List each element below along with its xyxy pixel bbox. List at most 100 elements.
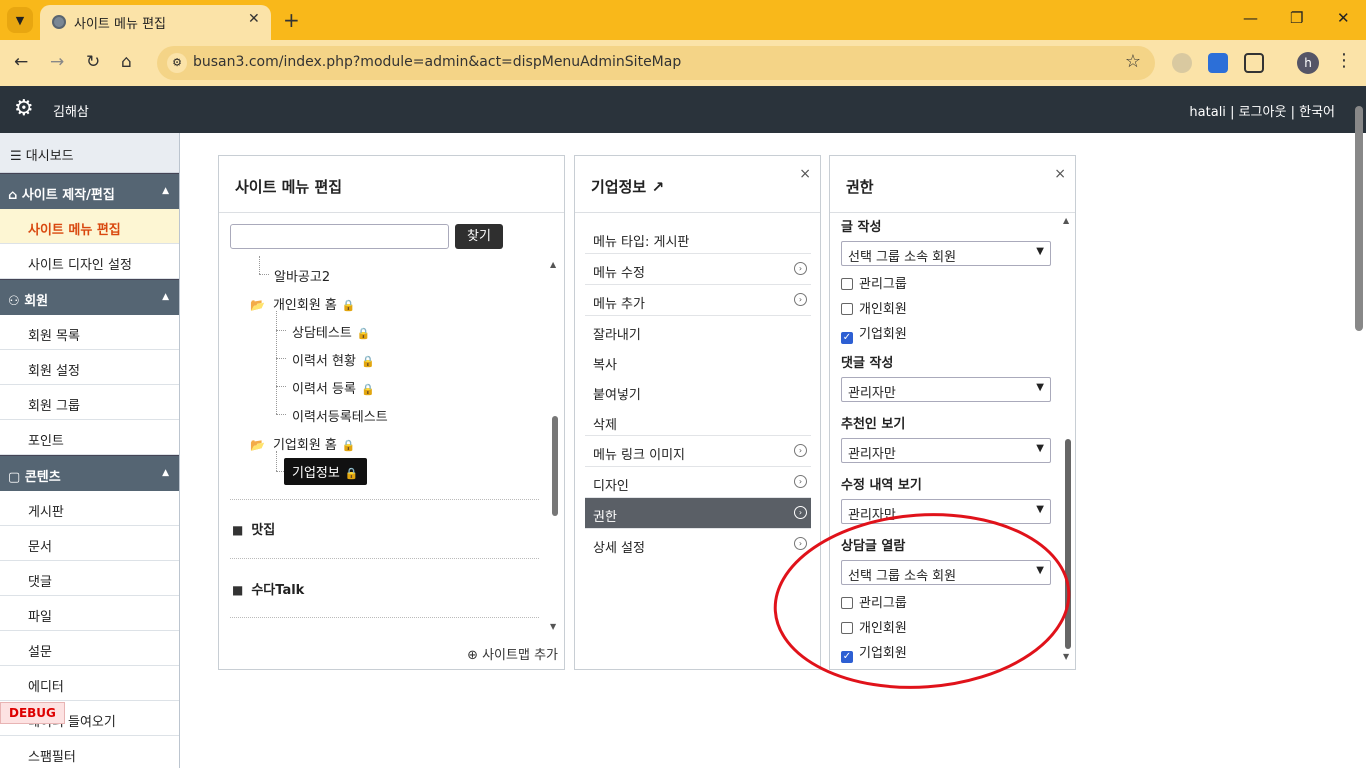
puzzle-icon[interactable]	[1244, 53, 1264, 73]
scroll-thumb[interactable]	[552, 416, 558, 516]
sidebar-item-poll[interactable]: 설문	[0, 631, 179, 666]
site-name[interactable]: 김해삼	[53, 101, 89, 120]
sitemap-root[interactable]: ■ 수다Talk	[232, 579, 304, 598]
scroll-down-icon[interactable]: ▼	[1063, 652, 1069, 661]
write-group-checkbox[interactable]: 관리그룹	[841, 273, 907, 292]
home-button[interactable]: ⌂	[121, 52, 132, 72]
consult-group-checkbox[interactable]: 개인회원	[841, 617, 907, 636]
chevron-right-icon: ›	[794, 293, 807, 306]
history-permission-select[interactable]: 관리자만 ▼	[841, 499, 1051, 524]
write-permission-label: 글 작성	[841, 220, 882, 235]
sidebar-item-member-settings[interactable]: 회원 설정	[0, 350, 179, 385]
menu-permission-item[interactable]: 권한 ›	[585, 498, 811, 529]
tree-item[interactable]: 이력서 등록 🔒	[292, 378, 375, 397]
tree-item[interactable]: 이력서 현황 🔒	[292, 350, 375, 369]
reload-button[interactable]: ↻	[86, 52, 100, 72]
scroll-up-icon[interactable]: ▲	[550, 260, 556, 269]
sidebar-item-point[interactable]: 포인트	[0, 420, 179, 455]
sidebar-item-sitemap[interactable]: 사이트 메뉴 편집	[0, 209, 179, 244]
download-icon[interactable]	[1208, 53, 1228, 73]
sidebar-item-document[interactable]: 문서	[0, 526, 179, 561]
close-icon[interactable]: ×	[1054, 166, 1066, 182]
tree-item[interactable]: 상담테스트 🔒	[292, 322, 371, 341]
menu-delete-item[interactable]: 삭제	[585, 406, 811, 436]
back-button[interactable]: ←	[14, 52, 28, 72]
search-input[interactable]	[230, 224, 449, 249]
panel-title: 기업정보 ↗	[575, 156, 820, 213]
tab-close-icon[interactable]: ✕	[248, 11, 260, 27]
sidebar-item-dashboard[interactable]: ☰ 대시보드	[0, 133, 179, 173]
lock-icon: 🔒	[356, 327, 371, 340]
chevron-down-icon: ▼	[1036, 382, 1044, 393]
gear-icon[interactable]: ⚙	[14, 96, 34, 121]
menu-copy-item[interactable]: 복사	[585, 346, 811, 376]
sidebar-item-member-group[interactable]: 회원 그룹	[0, 385, 179, 420]
profile-avatar[interactable]: h	[1297, 52, 1319, 74]
chevron-down-icon: ▼	[1036, 443, 1044, 454]
sitemap-root[interactable]: ■ 맛집	[232, 519, 275, 538]
new-tab-button[interactable]: +	[283, 8, 300, 32]
scroll-thumb[interactable]	[1355, 106, 1363, 331]
recommend-permission-select[interactable]: 관리자만 ▼	[841, 438, 1051, 463]
sidebar-item-member-list[interactable]: 회원 목록	[0, 315, 179, 350]
forward-button[interactable]: →	[50, 52, 64, 72]
debug-badge[interactable]: DEBUG	[0, 702, 65, 724]
language-link[interactable]: 한국어	[1299, 105, 1335, 120]
tree-item[interactable]: 📂 기업회원 홈 🔒	[250, 434, 356, 453]
consult-group-checkbox[interactable]: ✓ 기업회원	[841, 642, 907, 663]
write-permission-select[interactable]: 선택 그룹 소속 회원 ▼	[841, 241, 1051, 266]
write-group-checkbox[interactable]: ✓ 기업회원	[841, 323, 907, 344]
menu-detail-settings-item[interactable]: 상세 설정 ›	[585, 529, 811, 560]
menu-design-item[interactable]: 디자인 ›	[585, 467, 811, 498]
menu-link-image-item[interactable]: 메뉴 링크 이미지 ›	[585, 436, 811, 467]
scroll-thumb[interactable]	[1065, 439, 1071, 649]
chevron-right-icon: ›	[794, 444, 807, 457]
search-button[interactable]: 찾기	[455, 224, 503, 249]
page-scrollbar[interactable]	[1352, 92, 1364, 768]
browser-tab[interactable]: 사이트 메뉴 편집 ✕	[40, 5, 271, 40]
consult-group-checkbox[interactable]: 관리그룹	[841, 592, 907, 611]
scroll-down-icon[interactable]: ▼	[550, 622, 556, 631]
sitemap-panel: 사이트 메뉴 편집 찾기 알바공고2 📂 개인회원 홈 🔒 상담테스트 🔒 이력서 현…	[218, 155, 565, 670]
address-bar[interactable]: ⚙ busan3.com/index.php?module=admin&act=…	[157, 46, 1155, 80]
bookmark-star-icon[interactable]: ☆	[1125, 51, 1141, 72]
site-info-icon[interactable]: ⚙	[167, 53, 187, 73]
username-link[interactable]: hatali	[1189, 105, 1226, 120]
tree-item[interactable]: 📂 개인회원 홈 🔒	[250, 294, 356, 313]
write-group-checkbox[interactable]: 개인회원	[841, 298, 907, 317]
consult-permission-select[interactable]: 선택 그룹 소속 회원 ▼	[841, 560, 1051, 585]
tree-scrollbar[interactable]: ▲ ▼	[550, 256, 560, 631]
logout-link[interactable]: 로그아웃	[1239, 105, 1287, 120]
tab-search-button[interactable]: ▼	[7, 7, 33, 33]
sidebar-section-site[interactable]: ⌂ 사이트 제작/편집 ▲	[0, 173, 179, 209]
sidebar-section-content[interactable]: ▢ 콘텐츠 ▲	[0, 455, 179, 491]
comment-permission-select[interactable]: 관리자만 ▼	[841, 377, 1051, 402]
sidebar-item-board[interactable]: 게시판	[0, 491, 179, 526]
tree-item-selected[interactable]: 기업정보 🔒	[284, 458, 367, 485]
sidebar-item-file[interactable]: 파일	[0, 596, 179, 631]
tree-item[interactable]: 알바공고2	[274, 266, 330, 285]
sidebar-item-comment[interactable]: 댓글	[0, 561, 179, 596]
menu-cut-item[interactable]: 잘라내기	[585, 316, 811, 346]
close-window-button[interactable]: ✕	[1337, 9, 1350, 27]
plus-circle-icon: ⊕	[467, 648, 483, 663]
sidebar-item-editor[interactable]: 에디터	[0, 666, 179, 701]
permission-scrollbar[interactable]: ▲ ▼	[1063, 214, 1073, 664]
url-text[interactable]: busan3.com/index.php?module=admin&act=di…	[193, 54, 681, 70]
scroll-up-icon[interactable]: ▲	[1063, 216, 1069, 225]
tree-item[interactable]: 이력서등록테스트	[292, 406, 388, 425]
comment-permission-label: 댓글 작성	[841, 356, 894, 371]
menu-edit-item[interactable]: 메뉴 수정 ›	[585, 254, 811, 285]
sidebar-item-design[interactable]: 사이트 디자인 설정	[0, 244, 179, 279]
more-menu-icon[interactable]: ⋮	[1335, 50, 1353, 71]
extension-icon[interactable]	[1172, 53, 1192, 73]
sidebar-item-spamfilter[interactable]: 스팸필터	[0, 736, 179, 768]
add-sitemap-button[interactable]: ⊕ 사이트맵 추가	[467, 644, 558, 663]
external-link-icon[interactable]: ↗	[651, 178, 664, 196]
minimize-button[interactable]: —	[1243, 9, 1258, 27]
close-icon[interactable]: ×	[799, 166, 811, 182]
restore-button[interactable]: ❐	[1290, 9, 1303, 27]
menu-add-item[interactable]: 메뉴 추가 ›	[585, 285, 811, 316]
sidebar-section-member[interactable]: ⚇ 회원 ▲	[0, 279, 179, 315]
menu-paste-item[interactable]: 붙여넣기	[585, 376, 811, 406]
